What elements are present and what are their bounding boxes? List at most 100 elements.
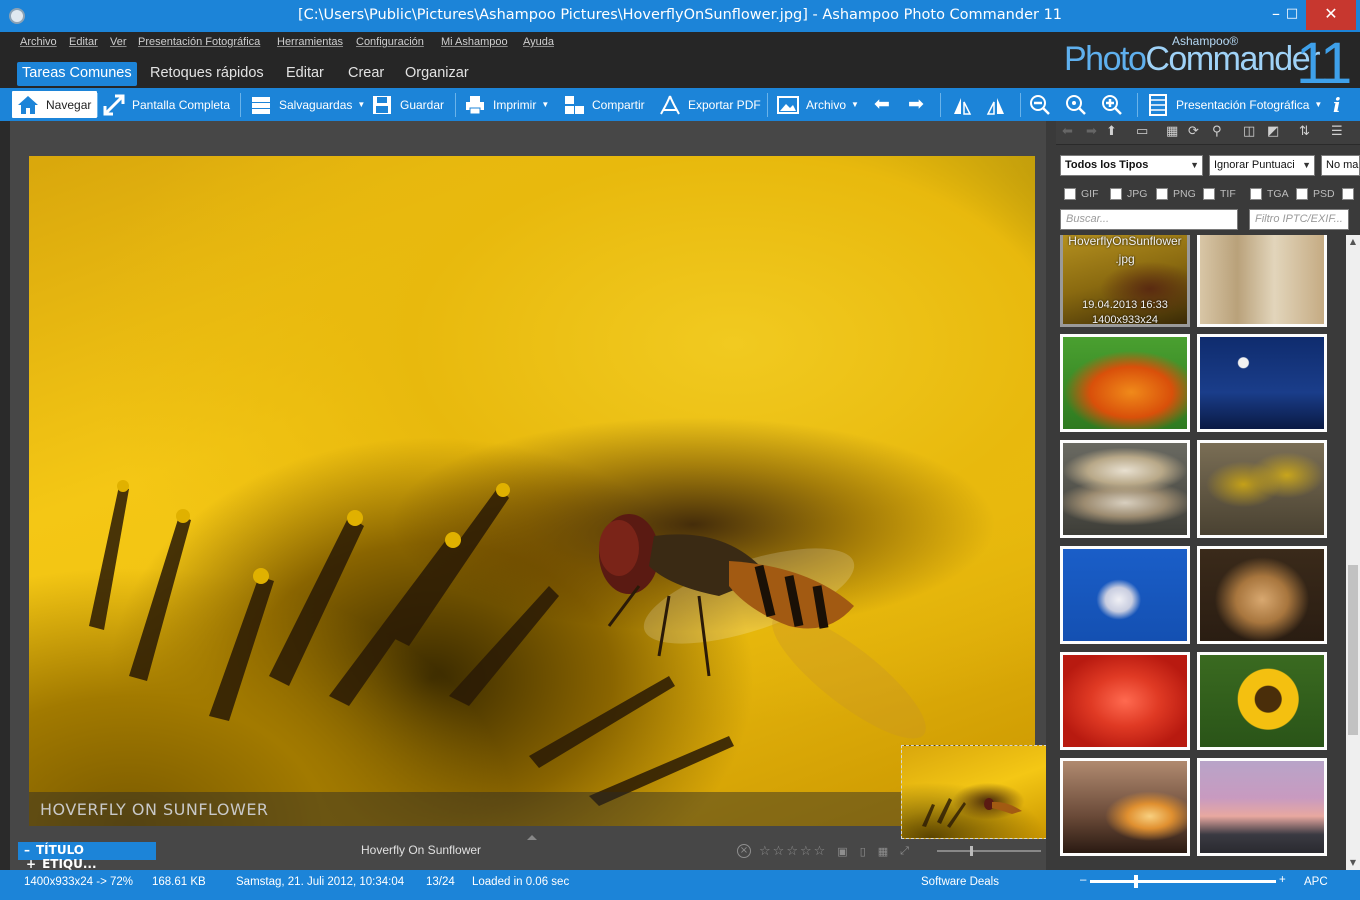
- view-icon[interactable]: ▭: [1136, 124, 1148, 139]
- presentacion-button[interactable]: Presentación Fotográfica ▼: [1146, 88, 1322, 121]
- back-icon[interactable]: ⬅: [1062, 124, 1073, 139]
- salvaguardas-button[interactable]: Salvaguardas ▼: [249, 88, 365, 121]
- star-icon[interactable]: ☆: [800, 844, 812, 859]
- menu-herramientas[interactable]: Herramientas: [277, 36, 343, 48]
- software-deals-link[interactable]: Software Deals: [921, 876, 999, 888]
- checkbox-png[interactable]: PNG: [1156, 188, 1196, 200]
- checkbox-jpg[interactable]: JPG: [1110, 188, 1147, 200]
- tab-crear[interactable]: Crear: [343, 62, 389, 86]
- info-button[interactable]: i: [1333, 88, 1341, 121]
- checkbox-gif[interactable]: GIF: [1064, 188, 1099, 200]
- checkbox-box[interactable]: [1250, 188, 1262, 200]
- thumbnail-item[interactable]: [1060, 652, 1190, 750]
- checkbox-tga[interactable]: TGA: [1250, 188, 1289, 200]
- star-icon[interactable]: ☆: [773, 844, 785, 859]
- star-icon[interactable]: ☆: [786, 844, 798, 859]
- new-folder-icon[interactable]: ◩: [1267, 124, 1279, 139]
- search-icon[interactable]: ⚲: [1212, 124, 1222, 139]
- thumbnail-item[interactable]: HoverflyOnSunflower .jpg 19.04.2013 16:3…: [1060, 235, 1190, 327]
- menu-archivo[interactable]: Archivo: [20, 36, 57, 48]
- menu-presentacion[interactable]: Presentación Fotográfica: [138, 36, 260, 48]
- thumbnails-icon[interactable]: ▦: [1166, 124, 1178, 139]
- search-input[interactable]: Buscar...: [1060, 209, 1238, 230]
- left-collapse-strip[interactable]: [0, 121, 10, 870]
- thumbnail-size-slider[interactable]: [1090, 875, 1276, 888]
- navegar-button[interactable]: Navegar: [12, 91, 98, 118]
- details-icon[interactable]: ☰: [1331, 124, 1343, 139]
- zoom-slider-handle[interactable]: [970, 846, 973, 856]
- forward-icon[interactable]: ➡: [1086, 124, 1097, 139]
- tab-retoques-rapidos[interactable]: Retoques rápidos: [145, 62, 269, 86]
- scroll-down-icon[interactable]: ▼: [1346, 856, 1360, 870]
- checkbox-box[interactable]: [1156, 188, 1168, 200]
- checkbox-box[interactable]: [1296, 188, 1308, 200]
- zoom-slider[interactable]: [937, 846, 1041, 856]
- add-tag-button[interactable]: +: [26, 857, 36, 871]
- checkbox-tif[interactable]: TIF: [1203, 188, 1236, 200]
- iptc-filter-input[interactable]: Filtro IPTC/EXIF...: [1249, 209, 1349, 230]
- third-filter-select[interactable]: No ma: [1321, 155, 1360, 176]
- zoom-in-button[interactable]: [1100, 88, 1130, 121]
- guardar-button[interactable]: Guardar: [370, 88, 444, 121]
- navigator-thumbnail[interactable]: [901, 745, 1047, 839]
- compartir-button[interactable]: Compartir: [562, 88, 645, 121]
- thumbnail-item[interactable]: [1197, 546, 1327, 644]
- thumbnail-item[interactable]: [1197, 652, 1327, 750]
- checkbox-box[interactable]: [1342, 188, 1354, 200]
- rotate-left-button[interactable]: [950, 88, 980, 121]
- menu-editar[interactable]: Editar: [69, 36, 98, 48]
- scroll-thumb[interactable]: [1348, 565, 1358, 735]
- imprimir-button[interactable]: Imprimir ▼: [463, 88, 549, 121]
- thumbnail-item[interactable]: [1060, 758, 1190, 856]
- thumbnail-item[interactable]: [1060, 440, 1190, 538]
- etiquetas-tag[interactable]: ETIQU...: [42, 857, 96, 871]
- star-icon[interactable]: ☆: [759, 844, 771, 859]
- checkbox-box[interactable]: [1064, 188, 1076, 200]
- thumbnail-size-handle[interactable]: [1134, 875, 1138, 888]
- tab-tareas-comunes[interactable]: Tareas Comunes: [17, 62, 137, 86]
- panel-splitter[interactable]: [1046, 121, 1056, 870]
- menu-ver[interactable]: Ver: [110, 36, 127, 48]
- tab-editar[interactable]: Editar: [281, 62, 329, 86]
- collapse-title-button[interactable]: –: [24, 843, 30, 857]
- folder-up-icon[interactable]: ⬆: [1106, 124, 1117, 139]
- fit-icon[interactable]: ⤢: [900, 844, 909, 858]
- scroll-up-icon[interactable]: ▲: [1346, 235, 1360, 249]
- checkbox-box[interactable]: [1203, 188, 1215, 200]
- close-button[interactable]: ✕: [1306, 0, 1356, 30]
- checkbox-more[interactable]: [1342, 188, 1359, 200]
- camera-folder-icon[interactable]: ◫: [1243, 124, 1255, 139]
- menu-mi-ashampoo[interactable]: Mi Ashampoo: [441, 36, 508, 48]
- zoom-out-icon[interactable]: –: [1080, 874, 1086, 886]
- maximize-button[interactable]: □: [1279, 0, 1305, 30]
- zoom-in-icon[interactable]: +: [1279, 874, 1286, 886]
- zoom-out-button[interactable]: [1028, 88, 1058, 121]
- image-icon[interactable]: ▣: [837, 845, 847, 858]
- star-icon[interactable]: ☆: [814, 844, 826, 859]
- zoom-fit-button[interactable]: [1064, 88, 1094, 121]
- thumbnail-item[interactable]: [1197, 440, 1327, 538]
- archivo-button[interactable]: Archivo ▼: [776, 88, 859, 121]
- crop-icon[interactable]: ▯: [860, 845, 866, 858]
- rating-filter-select[interactable]: Ignorar Puntuaci ▼: [1209, 155, 1315, 176]
- menu-configuracion[interactable]: Configuración: [356, 36, 424, 48]
- menu-ayuda[interactable]: Ayuda: [523, 36, 554, 48]
- grid-icon[interactable]: ▦: [878, 845, 888, 858]
- thumbnail-scrollbar[interactable]: ▲ ▼: [1346, 235, 1360, 870]
- previous-button[interactable]: ⬅: [870, 88, 900, 121]
- thumbnail-item[interactable]: [1060, 546, 1190, 644]
- tab-organizar[interactable]: Organizar: [400, 62, 474, 86]
- thumbnail-item[interactable]: [1197, 235, 1327, 327]
- main-photo[interactable]: HOVERFLY ON SUNFLOWER: [29, 156, 1035, 826]
- type-filter-select[interactable]: Todos los Tipos ▼: [1060, 155, 1203, 176]
- thumbnail-item[interactable]: [1197, 758, 1327, 856]
- rotate-right-button[interactable]: [984, 88, 1014, 121]
- sort-icon[interactable]: ⇅: [1299, 124, 1310, 139]
- checkbox-box[interactable]: [1110, 188, 1122, 200]
- clear-rating-icon[interactable]: ×: [737, 844, 751, 858]
- refresh-icon[interactable]: ⟳: [1188, 124, 1199, 139]
- panel-grip[interactable]: [527, 835, 537, 840]
- next-button[interactable]: ➡: [904, 88, 934, 121]
- thumbnail-item[interactable]: [1197, 334, 1327, 432]
- pantalla-completa-button[interactable]: Pantalla Completa: [102, 88, 230, 121]
